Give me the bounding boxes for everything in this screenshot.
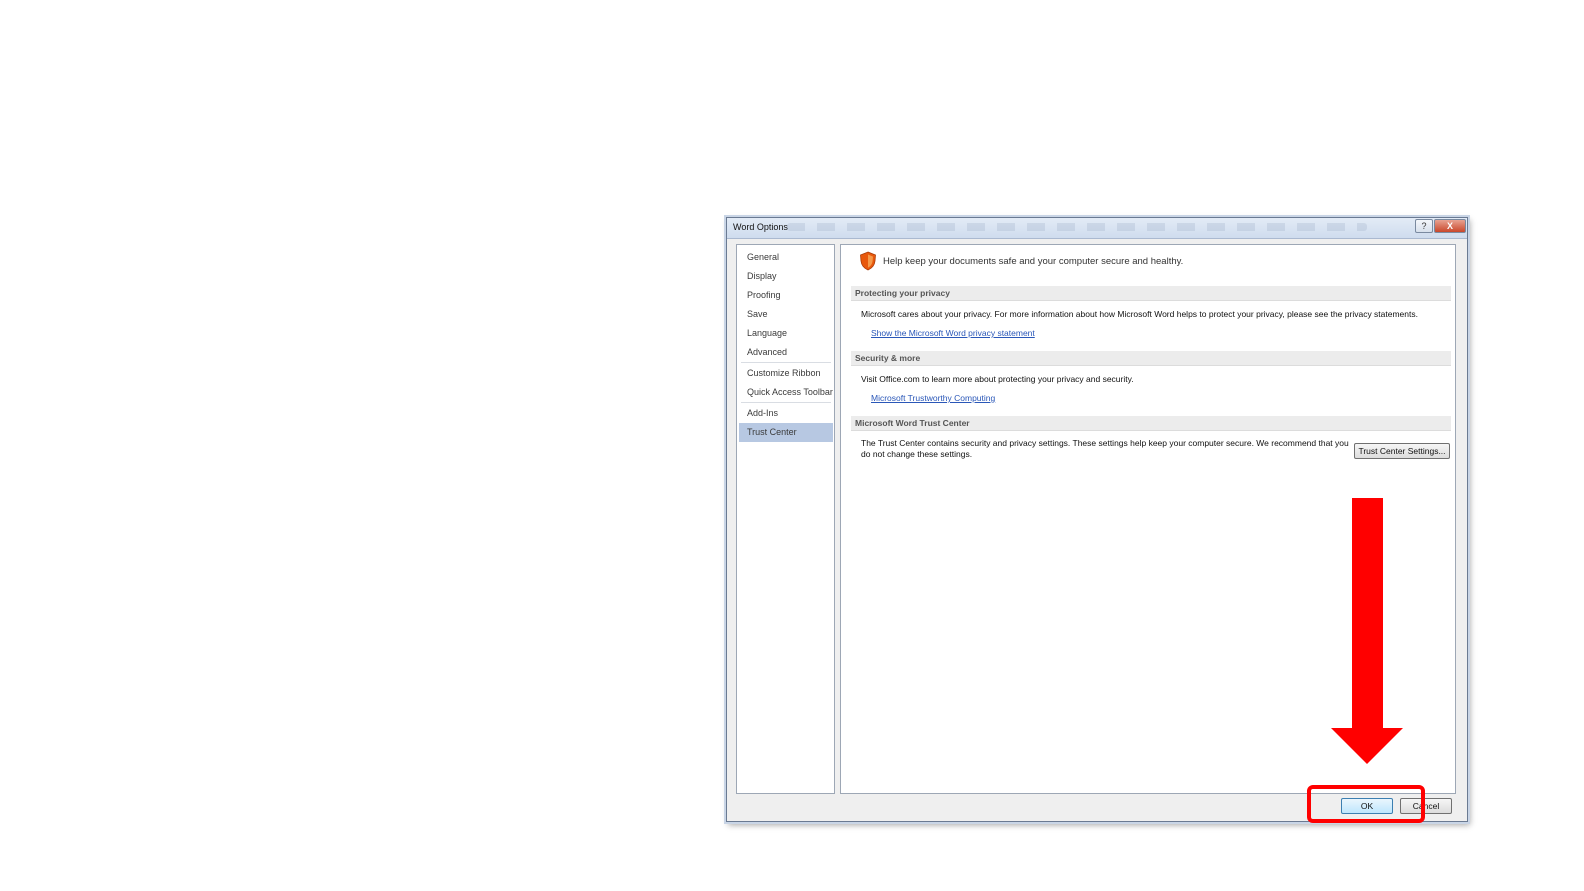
options-nav: General Display Proofing Save Language A… xyxy=(736,244,835,794)
trust-center-text: The Trust Center contains security and p… xyxy=(861,438,1349,459)
nav-item-add-ins[interactable]: Add-Ins xyxy=(739,404,833,423)
nav-item-language[interactable]: Language xyxy=(739,324,833,343)
privacy-text: Microsoft cares about your privacy. For … xyxy=(861,309,1418,319)
nav-item-quick-access-toolbar[interactable]: Quick Access Toolbar xyxy=(739,383,833,402)
nav-item-customize-ribbon[interactable]: Customize Ribbon xyxy=(739,364,833,383)
intro-text: Help keep your documents safe and your c… xyxy=(883,256,1184,267)
close-icon: X xyxy=(1446,221,1453,231)
nav-item-general[interactable]: General xyxy=(739,248,833,267)
shield-icon xyxy=(860,251,876,271)
nav-item-save[interactable]: Save xyxy=(739,305,833,324)
privacy-section-header: Protecting your privacy xyxy=(851,286,1451,301)
annotation-highlight-box xyxy=(1307,785,1425,823)
title-bar[interactable]: Word Options ? X xyxy=(727,218,1467,239)
nav-divider xyxy=(741,402,831,403)
annotation-arrow-head xyxy=(1331,728,1403,764)
help-button[interactable]: ? xyxy=(1415,219,1433,233)
nav-item-advanced[interactable]: Advanced xyxy=(739,343,833,362)
nav-divider xyxy=(741,362,831,363)
trustworthy-computing-link[interactable]: Microsoft Trustworthy Computing xyxy=(871,393,995,403)
nav-item-proofing[interactable]: Proofing xyxy=(739,286,833,305)
nav-item-display[interactable]: Display xyxy=(739,267,833,286)
window-title: Word Options xyxy=(733,222,788,232)
privacy-statement-link[interactable]: Show the Microsoft Word privacy statemen… xyxy=(871,328,1035,338)
trust-center-settings-button[interactable]: Trust Center Settings... xyxy=(1354,443,1450,459)
annotation-arrow-shaft xyxy=(1352,498,1383,730)
help-icon: ? xyxy=(1421,221,1427,231)
security-text: Visit Office.com to learn more about pro… xyxy=(861,374,1134,384)
nav-item-trust-center[interactable]: Trust Center xyxy=(739,423,833,442)
close-button[interactable]: X xyxy=(1434,219,1466,233)
security-section-header: Security & more xyxy=(851,351,1451,366)
trust-center-section-header: Microsoft Word Trust Center xyxy=(851,416,1451,431)
background-ribbon-ghost xyxy=(787,223,1367,231)
